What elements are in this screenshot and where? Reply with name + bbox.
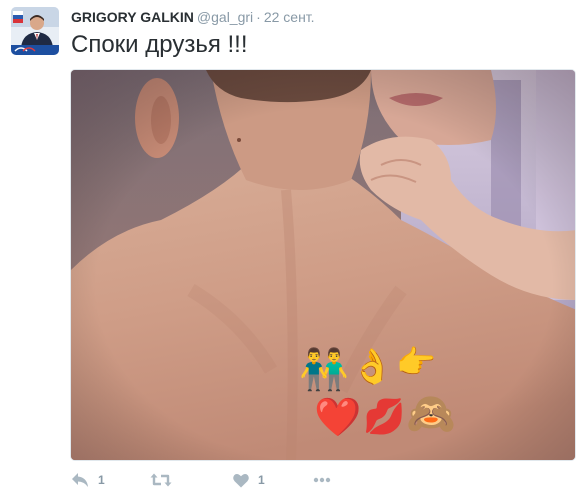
tweet-actions: 1 1: [71, 468, 571, 492]
header-separator: ·: [256, 9, 261, 25]
emoji-pointing-hand: 👉: [396, 343, 436, 381]
retweet-button[interactable]: [150, 468, 172, 492]
tweet-text: Споки друзья !!!: [71, 31, 248, 58]
reply-count: 1: [98, 473, 105, 487]
tweet: GRIGORY GALKIN @gal_gri · 22 сент. Споки др…: [0, 0, 586, 500]
emoji-kiss-mark: 💋: [363, 397, 406, 437]
reply-icon: [72, 473, 88, 487]
avatar[interactable]: [11, 7, 59, 55]
like-count: 1: [258, 473, 265, 487]
tweet-photo[interactable]: 👬 👌 👉 ❤️ 💋 🙈: [70, 69, 576, 461]
tweet-header: GRIGORY GALKIN @gal_gri · 22 сент.: [71, 7, 315, 27]
emoji-ok-hand: 👌: [351, 347, 394, 387]
emoji-see-no-evil-monkey: 🙈: [406, 391, 456, 437]
retweet-icon: [150, 473, 172, 487]
emoji-red-heart: ❤️: [314, 395, 362, 439]
more-button[interactable]: [313, 468, 331, 492]
author-handle[interactable]: @gal_gri: [197, 9, 253, 25]
more-icon: [313, 477, 331, 483]
tweet-timestamp[interactable]: 22 сент.: [264, 9, 315, 25]
reply-button[interactable]: 1: [71, 468, 105, 492]
heart-icon: [233, 473, 249, 487]
like-button[interactable]: 1: [233, 468, 265, 492]
author-name[interactable]: GRIGORY GALKIN: [71, 9, 194, 25]
emoji-two-men: 👬: [299, 347, 349, 393]
